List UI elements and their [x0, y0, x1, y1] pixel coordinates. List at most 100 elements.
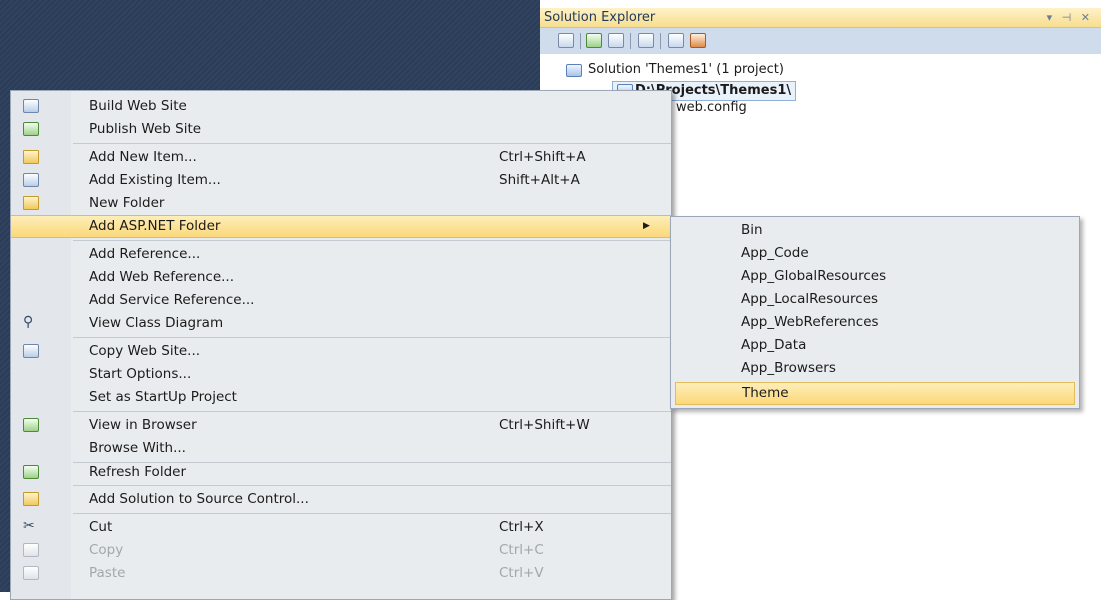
build-icon	[23, 99, 39, 113]
paste-icon	[23, 566, 39, 580]
refresh-icon[interactable]	[586, 33, 602, 48]
submenu-item-app-code[interactable]: App_Code	[671, 242, 1079, 265]
menu-item-label: Add ASP.NET Folder	[89, 218, 221, 234]
menu-item-shortcut: Ctrl+V	[499, 565, 544, 581]
menu-item-label: Build Web Site	[89, 98, 187, 114]
menu-item-shortcut: Ctrl+C	[499, 542, 544, 558]
web-config-node[interactable]: web.config	[676, 100, 747, 115]
menu-item-label: Add Solution to Source Control...	[89, 491, 309, 507]
menu-item-shortcut: Shift+Alt+A	[499, 172, 580, 188]
menu-item-label: Start Options...	[89, 366, 192, 382]
menu-item-shortcut: Ctrl+Shift+W	[499, 417, 590, 433]
menu-item-label: Browse With...	[89, 440, 186, 456]
refresh-icon	[23, 465, 39, 479]
add-existing-item-icon	[23, 173, 39, 187]
menu-item-view-class-diagram[interactable]: ⚲ View Class Diagram	[11, 312, 671, 335]
solution-explorer-header: Solution Explorer ▾ ⊣ ✕	[540, 8, 1101, 28]
menu-item-copy-web-site[interactable]: Copy Web Site...	[11, 340, 671, 363]
class-diagram-icon[interactable]	[638, 33, 654, 48]
menu-item-label: New Folder	[89, 195, 165, 211]
menu-item-cut[interactable]: ✂ Cut Ctrl+X	[11, 516, 671, 539]
submenu-item-label: App_LocalResources	[741, 291, 879, 307]
menu-item-add-service-reference[interactable]: Add Service Reference...	[11, 289, 671, 312]
menu-item-add-existing-item[interactable]: Add Existing Item... Shift+Alt+A	[11, 169, 671, 192]
submenu-item-theme[interactable]: Theme	[675, 382, 1075, 405]
menu-item-label: Copy Web Site...	[89, 343, 201, 359]
menu-item-label: Publish Web Site	[89, 121, 202, 137]
menu-item-start-options[interactable]: Start Options...	[11, 363, 671, 386]
menu-item-build-web-site[interactable]: Build Web Site	[11, 95, 671, 118]
submenu-item-app-localresources[interactable]: App_LocalResources	[671, 288, 1079, 311]
properties-icon[interactable]	[558, 33, 574, 48]
menu-item-shortcut: Ctrl+Shift+A	[499, 149, 586, 165]
menu-separator	[73, 485, 671, 486]
menu-item-label: Add Existing Item...	[89, 172, 221, 188]
submenu-item-label: App_WebReferences	[741, 314, 879, 330]
submenu-item-app-browsers[interactable]: App_Browsers	[671, 357, 1079, 380]
menu-separator	[73, 411, 671, 412]
toolbar-separator	[660, 33, 661, 49]
submenu-item-app-globalresources[interactable]: App_GlobalResources	[671, 265, 1079, 288]
solution-icon	[566, 64, 582, 77]
menu-item-label: Paste	[89, 565, 126, 581]
web-config-label: web.config	[676, 100, 747, 115]
solution-explorer-title: Solution Explorer	[544, 10, 656, 25]
menu-item-label: Refresh Folder	[89, 464, 186, 480]
source-control-icon	[23, 492, 39, 506]
copy-icon	[23, 543, 39, 557]
solution-explorer-toolbar	[540, 28, 1101, 54]
menu-item-label: View Class Diagram	[89, 315, 224, 331]
menu-item-new-folder[interactable]: New Folder	[11, 192, 671, 215]
menu-item-add-to-source-control[interactable]: Add Solution to Source Control...	[11, 488, 671, 511]
copy-web-site-icon[interactable]	[668, 33, 684, 48]
cut-icon: ✂	[23, 518, 35, 534]
menu-item-refresh-folder[interactable]: Refresh Folder	[11, 461, 671, 484]
submenu-item-label: App_Browsers	[741, 360, 836, 376]
menu-item-label: Set as StartUp Project	[89, 389, 237, 405]
menu-separator	[73, 240, 671, 241]
menu-item-label: Copy	[89, 542, 124, 558]
submenu-item-app-data[interactable]: App_Data	[671, 334, 1079, 357]
solution-label: Solution 'Themes1' (1 project)	[588, 62, 784, 77]
context-menu: Build Web Site Publish Web Site Add New …	[10, 90, 672, 600]
window-controls[interactable]: ▾ ⊣ ✕	[1047, 8, 1093, 28]
menu-item-set-as-startup[interactable]: Set as StartUp Project	[11, 386, 671, 409]
menu-item-label: Add Web Reference...	[89, 269, 235, 285]
submenu-item-label: App_GlobalResources	[741, 268, 887, 284]
submenu-item-label: Theme	[742, 385, 789, 401]
menu-separator	[73, 337, 671, 338]
menu-item-add-aspnet-folder[interactable]: Add ASP.NET Folder ▶	[11, 215, 671, 238]
submenu-item-label: App_Code	[741, 245, 809, 261]
submenu-item-bin[interactable]: Bin	[671, 219, 1079, 242]
menu-item-label: View in Browser	[89, 417, 197, 433]
menu-item-paste[interactable]: Paste Ctrl+V	[11, 562, 671, 585]
add-new-item-icon	[23, 150, 39, 164]
class-diagram-icon: ⚲	[23, 314, 34, 330]
toolbar-separator	[580, 33, 581, 49]
toolbar-separator	[630, 33, 631, 49]
menu-item-browse-with[interactable]: Browse With...	[11, 437, 671, 460]
menu-separator	[73, 513, 671, 514]
folder-icon	[23, 196, 39, 210]
menu-item-publish-web-site[interactable]: Publish Web Site	[11, 118, 671, 141]
submenu-item-label: Bin	[741, 222, 763, 238]
menu-item-add-web-reference[interactable]: Add Web Reference...	[11, 266, 671, 289]
menu-item-label: Add New Item...	[89, 149, 197, 165]
menu-item-view-in-browser[interactable]: View in Browser Ctrl+Shift+W	[11, 414, 671, 437]
menu-item-label: Add Service Reference...	[89, 292, 255, 308]
publish-icon	[23, 122, 39, 136]
copy-web-site-icon	[23, 344, 39, 358]
submenu-item-app-webreferences[interactable]: App_WebReferences	[671, 311, 1079, 334]
show-all-files-icon[interactable]	[608, 33, 624, 48]
submenu-arrow-icon: ▶	[643, 221, 650, 231]
asp-config-icon[interactable]	[690, 33, 706, 48]
menu-separator	[73, 143, 671, 144]
view-in-browser-icon	[23, 418, 39, 432]
submenu-item-label: App_Data	[741, 337, 807, 353]
menu-item-shortcut: Ctrl+X	[499, 519, 544, 535]
aspnet-folder-submenu: Bin App_Code App_GlobalResources App_Loc…	[670, 216, 1080, 409]
menu-item-add-new-item[interactable]: Add New Item... Ctrl+Shift+A	[11, 146, 671, 169]
menu-item-add-reference[interactable]: Add Reference...	[11, 243, 671, 266]
menu-item-copy[interactable]: Copy Ctrl+C	[11, 539, 671, 562]
menu-item-label: Add Reference...	[89, 246, 201, 262]
